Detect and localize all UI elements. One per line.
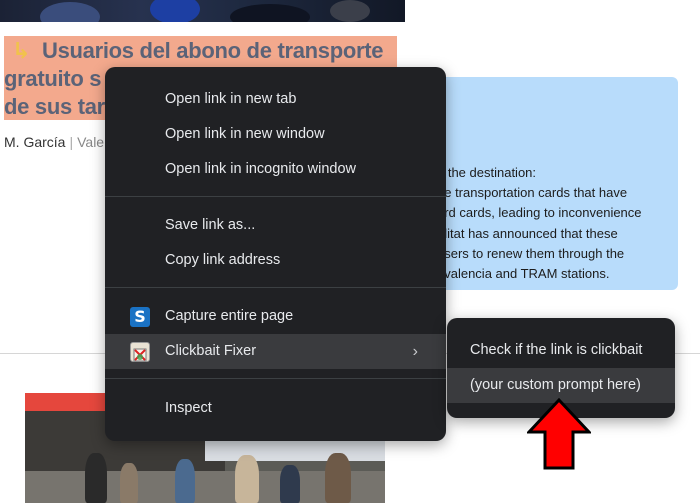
screenshot-extension-icon: S <box>130 307 150 327</box>
menu-item-label: Clickbait Fixer <box>165 343 257 359</box>
menu-item-label: Capture entire page <box>165 308 294 324</box>
menu-item-label: Open link in new tab <box>165 91 297 107</box>
menu-item-clickbait-fixer[interactable]: Clickbait Fixer › <box>105 334 446 369</box>
headline-line-3: de sus tar <box>4 94 105 119</box>
chevron-right-icon: › <box>412 343 418 360</box>
menu-separator <box>105 287 446 288</box>
menu-item-open-new-window[interactable]: Open link in new window <box>105 117 446 152</box>
summary-text: g the destination: ee transportation car… <box>437 163 642 284</box>
summary-line: users to renew them through the <box>437 245 625 261</box>
byline-place: Vale <box>77 134 105 150</box>
menu-item-open-incognito[interactable]: Open link in incognito window <box>105 152 446 187</box>
clickbait-fixer-icon <box>130 342 150 362</box>
submenu-item-label: Check if the link is clickbait <box>470 342 643 358</box>
headline-line-1: Usuarios del abono de transporte <box>42 38 384 63</box>
summary-line: ovalencia and TRAM stations. <box>437 265 610 281</box>
menu-item-label: Inspect <box>165 400 212 416</box>
submenu-item-check-clickbait[interactable]: Check if the link is clickbait <box>447 333 675 368</box>
article-byline: M. García | Vale <box>4 134 104 150</box>
summary-line: g the destination: <box>437 165 537 180</box>
menu-item-capture-entire-page[interactable]: S Capture entire page <box>105 299 446 334</box>
headline-line-2: gratuito s <box>4 66 102 91</box>
menu-separator <box>105 196 446 197</box>
menu-item-label: Open link in new window <box>165 126 325 142</box>
menu-item-inspect[interactable]: Inspect <box>105 391 446 426</box>
summary-line: ee transportation cards that have <box>437 185 628 201</box>
summary-line: ard cards, leading to inconvenience <box>437 205 642 221</box>
menu-item-save-link-as[interactable]: Save link as... <box>105 208 446 243</box>
headline-arrow-icon: ↳ <box>12 38 31 63</box>
article-top-photo <box>0 0 405 22</box>
menu-item-label: Save link as... <box>165 217 256 233</box>
menu-item-label: Open link in incognito window <box>165 161 357 177</box>
menu-item-open-new-tab[interactable]: Open link in new tab <box>105 82 446 117</box>
menu-separator <box>105 378 446 379</box>
red-arrow-annotation-icon <box>527 398 591 470</box>
author-name: M. García <box>4 134 66 150</box>
context-menu: Open link in new tab Open link in new wi… <box>105 67 446 441</box>
summary-line: alitat has announced that these <box>437 225 618 241</box>
menu-item-label: Copy link address <box>165 252 281 268</box>
menu-item-copy-link-address[interactable]: Copy link address <box>105 243 446 278</box>
byline-separator: | <box>69 134 74 150</box>
